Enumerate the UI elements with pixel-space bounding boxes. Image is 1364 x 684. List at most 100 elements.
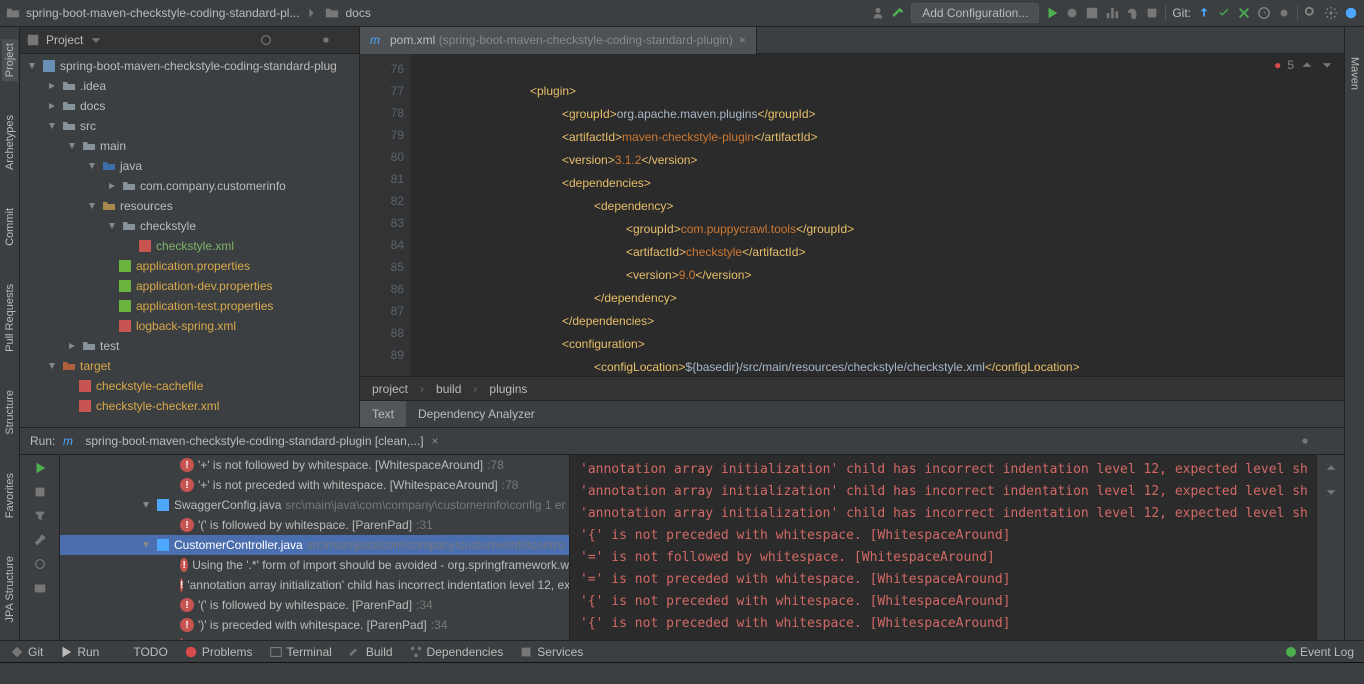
run-tree-row[interactable]: !')' is preceded with whitespace. [Paren… [60, 615, 569, 635]
editor-body[interactable]: 7677787980818283848586878889 <plugin> <g… [360, 54, 1344, 376]
profile-icon[interactable] [1105, 6, 1119, 20]
collapse-all-icon[interactable] [299, 33, 313, 47]
expand-all-icon[interactable] [279, 33, 293, 47]
chevron-down-icon[interactable] [1320, 58, 1334, 72]
tree-row-app-test-props[interactable]: application-test.properties [20, 296, 359, 316]
stop-icon[interactable] [33, 485, 47, 499]
tree-row-java[interactable]: java [20, 156, 359, 176]
hammer-icon[interactable] [891, 6, 905, 20]
editor-breadcrumbs[interactable]: project› build› plugins [360, 376, 1344, 400]
git-label: Git: [1172, 6, 1191, 20]
run-tree-row[interactable]: CustomerController.java src\main\java\co… [60, 535, 569, 555]
select-opened-icon[interactable] [259, 33, 273, 47]
gear-icon[interactable] [319, 33, 333, 47]
tree-row-pkg[interactable]: com.company.customerinfo [20, 176, 359, 196]
tree-row-docs[interactable]: docs [20, 96, 359, 116]
run-tree-row[interactable]: !'+' is not followed by whitespace. [Whi… [60, 455, 569, 475]
rerun-icon[interactable] [33, 461, 47, 475]
run-icon[interactable] [1045, 6, 1059, 20]
tree-row-test[interactable]: test [20, 336, 359, 356]
scroll-bottom-icon[interactable] [1324, 485, 1338, 499]
tab-structure[interactable]: Structure [2, 386, 18, 439]
chevron-down-icon[interactable] [89, 33, 103, 47]
close-icon[interactable]: × [739, 33, 746, 47]
tool-services[interactable]: Services [519, 645, 583, 659]
run-config-name[interactable]: spring-boot-maven-checkstyle-coding-stan… [85, 434, 423, 448]
tree-row-root[interactable]: spring-boot-maven-checkstyle-coding-stan… [20, 56, 359, 76]
run-tree-row[interactable]: !'annotation array initialization' child… [60, 575, 569, 595]
git-update-icon[interactable] [1197, 6, 1211, 20]
run-results-tree[interactable]: !'+' is not followed by whitespace. [Whi… [60, 455, 570, 640]
revert-icon[interactable] [1277, 6, 1291, 20]
tool-git[interactable]: Git [10, 645, 43, 659]
tool-deps[interactable]: Dependencies [409, 645, 504, 659]
run-tree-row[interactable]: !'(' is followed by whitespace. [ParenPa… [60, 515, 569, 535]
tree-row-resources[interactable]: resources [20, 196, 359, 216]
project-title[interactable]: Project [46, 33, 83, 47]
tab-pull-requests[interactable]: Pull Requests [2, 280, 18, 356]
tab-maven[interactable]: Maven [1349, 57, 1361, 90]
tool-todo[interactable]: TODO [115, 645, 167, 659]
user-icon[interactable] [871, 6, 885, 20]
attach-icon[interactable] [1125, 6, 1139, 20]
tree-row-main[interactable]: main [20, 136, 359, 156]
coverage-icon[interactable] [1085, 6, 1099, 20]
filter-icon[interactable] [33, 509, 47, 523]
debug-icon[interactable] [1065, 6, 1079, 20]
scroll-top-icon[interactable] [1324, 461, 1338, 475]
editor-sub-tabs: Text Dependency Analyzer [360, 400, 1344, 427]
history-icon[interactable] [1257, 6, 1271, 20]
gear-icon[interactable] [1324, 6, 1338, 20]
breadcrumb-project[interactable]: spring-boot-maven-checkstyle-coding-stan… [26, 6, 299, 20]
folder-icon [6, 6, 20, 20]
search-icon[interactable] [1304, 6, 1318, 20]
tool-run[interactable]: Run [59, 645, 99, 659]
git-commit-icon[interactable] [1217, 6, 1231, 20]
run-console[interactable]: 'annotation array initialization' child … [570, 455, 1316, 640]
sub-tab-text[interactable]: Text [360, 401, 406, 428]
tool-build[interactable]: Build [348, 645, 393, 659]
tab-favorites[interactable]: Favorites [2, 469, 18, 522]
run-tree-row[interactable]: !'+' is not preceded with whitespace. [W… [60, 475, 569, 495]
run-tree-row[interactable]: !'(' is followed by whitespace. [ParenPa… [60, 595, 569, 615]
soft-wrap-icon[interactable] [1324, 509, 1338, 523]
tool-terminal[interactable]: Terminal [269, 645, 332, 659]
run-tree-row[interactable]: SwaggerConfig.java src\main\java\com\com… [60, 495, 569, 515]
breadcrumb-folder[interactable]: docs [345, 6, 370, 20]
stop-icon[interactable] [1145, 6, 1159, 20]
tree-row-cs-checker[interactable]: checkstyle-checker.xml [20, 396, 359, 416]
git-push-icon[interactable] [1237, 6, 1251, 20]
add-configuration-button[interactable]: Add Configuration... [911, 3, 1039, 23]
tree-row-checkstyle-xml[interactable]: checkstyle.xml [20, 236, 359, 256]
tree-row-target[interactable]: target [20, 356, 359, 376]
tab-commit[interactable]: Commit [2, 204, 18, 250]
tree-row-cs-cache[interactable]: checkstyle-cachefile [20, 376, 359, 396]
wrench-icon[interactable] [33, 533, 47, 547]
tree-row-checkstyle-dir[interactable]: checkstyle [20, 216, 359, 236]
hide-icon[interactable] [1320, 434, 1334, 448]
tab-jpa[interactable]: JPA Structure [2, 552, 18, 626]
tree-row-app-props[interactable]: application.properties [20, 256, 359, 276]
inspection-widget[interactable]: ●5 [1274, 58, 1334, 72]
tool-event-log[interactable]: Event Log [1286, 645, 1354, 659]
close-icon[interactable]: × [432, 434, 439, 448]
run-tool-window: Run: m spring-boot-maven-checkstyle-codi… [20, 427, 1344, 640]
tool-problems[interactable]: Problems [184, 645, 253, 659]
tree-row-idea[interactable]: .idea [20, 76, 359, 96]
chevron-up-icon[interactable] [1300, 58, 1314, 72]
tree-row-app-dev-props[interactable]: application-dev.properties [20, 276, 359, 296]
camera-icon[interactable] [33, 581, 47, 595]
tree-row-src[interactable]: src [20, 116, 359, 136]
tab-archetypes[interactable]: Archetypes [2, 111, 18, 174]
project-tree[interactable]: spring-boot-maven-checkstyle-coding-stan… [20, 54, 359, 427]
tree-row-logback[interactable]: logback-spring.xml [20, 316, 359, 336]
jetbrains-icon[interactable] [1344, 6, 1358, 20]
editor-tab-pom[interactable]: m pom.xml (spring-boot-maven-checkstyle-… [360, 27, 757, 54]
hide-icon[interactable] [339, 33, 353, 47]
sub-tab-dep-analyzer[interactable]: Dependency Analyzer [406, 401, 547, 428]
run-tree-row[interactable]: !Using the '.*' form of import should be… [60, 555, 569, 575]
target-icon[interactable] [33, 557, 47, 571]
gear-icon[interactable] [1298, 434, 1312, 448]
tab-project[interactable]: Project [2, 39, 18, 81]
editor-code[interactable]: <plugin> <groupId>org.apache.maven.plugi… [410, 54, 1344, 376]
